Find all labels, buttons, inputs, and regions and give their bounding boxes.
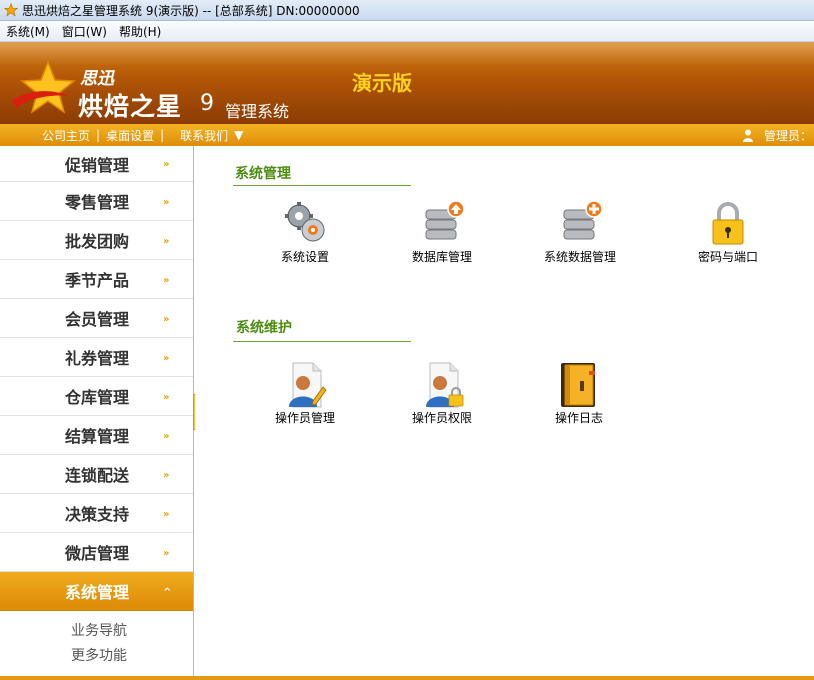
section-divider xyxy=(233,185,411,186)
user-lock-icon xyxy=(426,362,464,408)
nav-contact[interactable]: 联系我们 xyxy=(164,127,234,144)
tile-system-data-management[interactable]: 系统数据管理 xyxy=(520,200,640,265)
chevron-down-icon: » xyxy=(163,509,170,520)
chevron-down-icon: » xyxy=(163,314,170,325)
section-title-maintenance: 系统维护 xyxy=(236,320,292,336)
tile-label: 操作员权限 xyxy=(411,411,472,425)
brand-name: 烘焙之星 xyxy=(78,92,183,121)
section-title-system: 系统管理 xyxy=(235,166,291,182)
chevron-down-icon: » xyxy=(163,353,170,364)
database-upload-icon xyxy=(425,200,465,240)
tile-label: 操作员管理 xyxy=(274,411,335,425)
tile-system-settings[interactable]: 系统设置 xyxy=(245,200,365,265)
chevron-up-icon: ^ xyxy=(163,587,172,598)
sidebar-item-vouchers[interactable]: 礼券管理» xyxy=(0,338,193,377)
brand-star-icon xyxy=(12,60,76,114)
sidebar-item-members[interactable]: 会员管理» xyxy=(0,299,193,338)
sidebar-item-distribution[interactable]: 连锁配送» xyxy=(0,455,193,494)
tile-password-port[interactable]: 密码与端口 xyxy=(668,200,788,265)
header-banner: 思迅 烘焙之星 9 管理系统 演示版 xyxy=(0,42,814,124)
tile-database-management[interactable]: 数据库管理 xyxy=(382,200,502,265)
chevron-down-icon: » xyxy=(163,275,170,286)
main-panel: 系统管理 系统设置 数据库管理 系统数据管理 密码与端口 系统维护 操作员管理 … xyxy=(195,146,814,680)
nav-separator: | xyxy=(160,128,165,142)
user-label: 管理员： xyxy=(763,128,812,143)
app-star-icon xyxy=(4,3,18,17)
status-strip xyxy=(0,676,814,680)
chevron-down-icon: » xyxy=(163,431,170,442)
tile-operator-permissions[interactable]: 操作员权限 xyxy=(382,361,502,426)
padlock-icon xyxy=(712,202,744,245)
nav-desktop-settings[interactable]: 桌面设置 xyxy=(100,127,160,144)
tile-label: 系统数据管理 xyxy=(543,250,616,264)
sidebar-item-decision[interactable]: 决策支持» xyxy=(0,494,193,533)
sidebar-item-warehouse[interactable]: 仓库管理» xyxy=(0,377,193,416)
nav-home[interactable]: 公司主页 xyxy=(36,127,96,144)
sidebar-sub-more[interactable]: 更多功能 xyxy=(0,644,193,669)
sidebar-item-promotion[interactable]: 促销管理» xyxy=(0,146,193,182)
edition-label: 演示版 xyxy=(352,71,412,95)
nav-separator: | xyxy=(96,128,101,142)
brand-small: 思迅 xyxy=(80,69,114,89)
chevron-down-icon: » xyxy=(163,548,170,559)
window-title: 思迅烘焙之星管理系统 9(演示版) -- [总部系统] DN:00000000 xyxy=(22,3,360,18)
sidebar: 促销管理» 零售管理» 批发团购» 季节产品» 会员管理» 礼券管理» 仓库管理… xyxy=(0,146,194,680)
tile-label: 密码与端口 xyxy=(697,250,758,264)
brand-version: 9 xyxy=(200,91,214,116)
menu-bar: 系统(M) 窗口(W) 帮助(H) xyxy=(0,21,814,42)
sidebar-item-system[interactable]: 系统管理 ^ xyxy=(0,572,193,611)
chevron-down-icon: » xyxy=(163,197,170,208)
tile-label: 操作日志 xyxy=(554,411,603,425)
user-icon xyxy=(742,129,753,142)
log-book-icon xyxy=(561,363,595,407)
sidebar-item-microstore[interactable]: 微店管理» xyxy=(0,533,193,572)
tile-label: 系统设置 xyxy=(280,250,329,264)
menu-help[interactable]: 帮助(H) xyxy=(113,23,167,40)
user-edit-icon xyxy=(289,362,327,408)
gears-icon xyxy=(285,202,325,242)
sidebar-item-settlement[interactable]: 结算管理» xyxy=(0,416,193,455)
chevron-down-icon: » xyxy=(163,392,170,403)
chevron-down-icon: » xyxy=(163,159,170,170)
tile-operator-management[interactable]: 操作员管理 xyxy=(245,361,365,426)
brand-subtitle: 管理系统 xyxy=(225,102,290,121)
chevron-down-icon: » xyxy=(163,470,170,481)
menu-window[interactable]: 窗口(W) xyxy=(56,23,113,40)
dropdown-arrow-icon[interactable]: ▼ xyxy=(234,128,243,142)
sidebar-sub-business-nav[interactable]: 业务导航 xyxy=(0,619,193,644)
tile-label: 数据库管理 xyxy=(411,250,472,264)
sidebar-item-retail[interactable]: 零售管理» xyxy=(0,182,193,221)
title-bar: 思迅烘焙之星管理系统 9(演示版) -- [总部系统] DN:00000000 xyxy=(0,0,814,21)
sidebar-item-wholesale[interactable]: 批发团购» xyxy=(0,221,193,260)
section-divider xyxy=(233,341,411,342)
nav-bar: 公司主页 | 桌面设置 | 联系我们 ▼ 管理员： xyxy=(0,124,814,146)
tile-operation-log[interactable]: 操作日志 xyxy=(519,361,639,426)
menu-system[interactable]: 系统(M) xyxy=(0,23,56,40)
chevron-down-icon: » xyxy=(163,236,170,247)
sidebar-item-seasonal[interactable]: 季节产品» xyxy=(0,260,193,299)
database-add-icon xyxy=(563,200,603,240)
